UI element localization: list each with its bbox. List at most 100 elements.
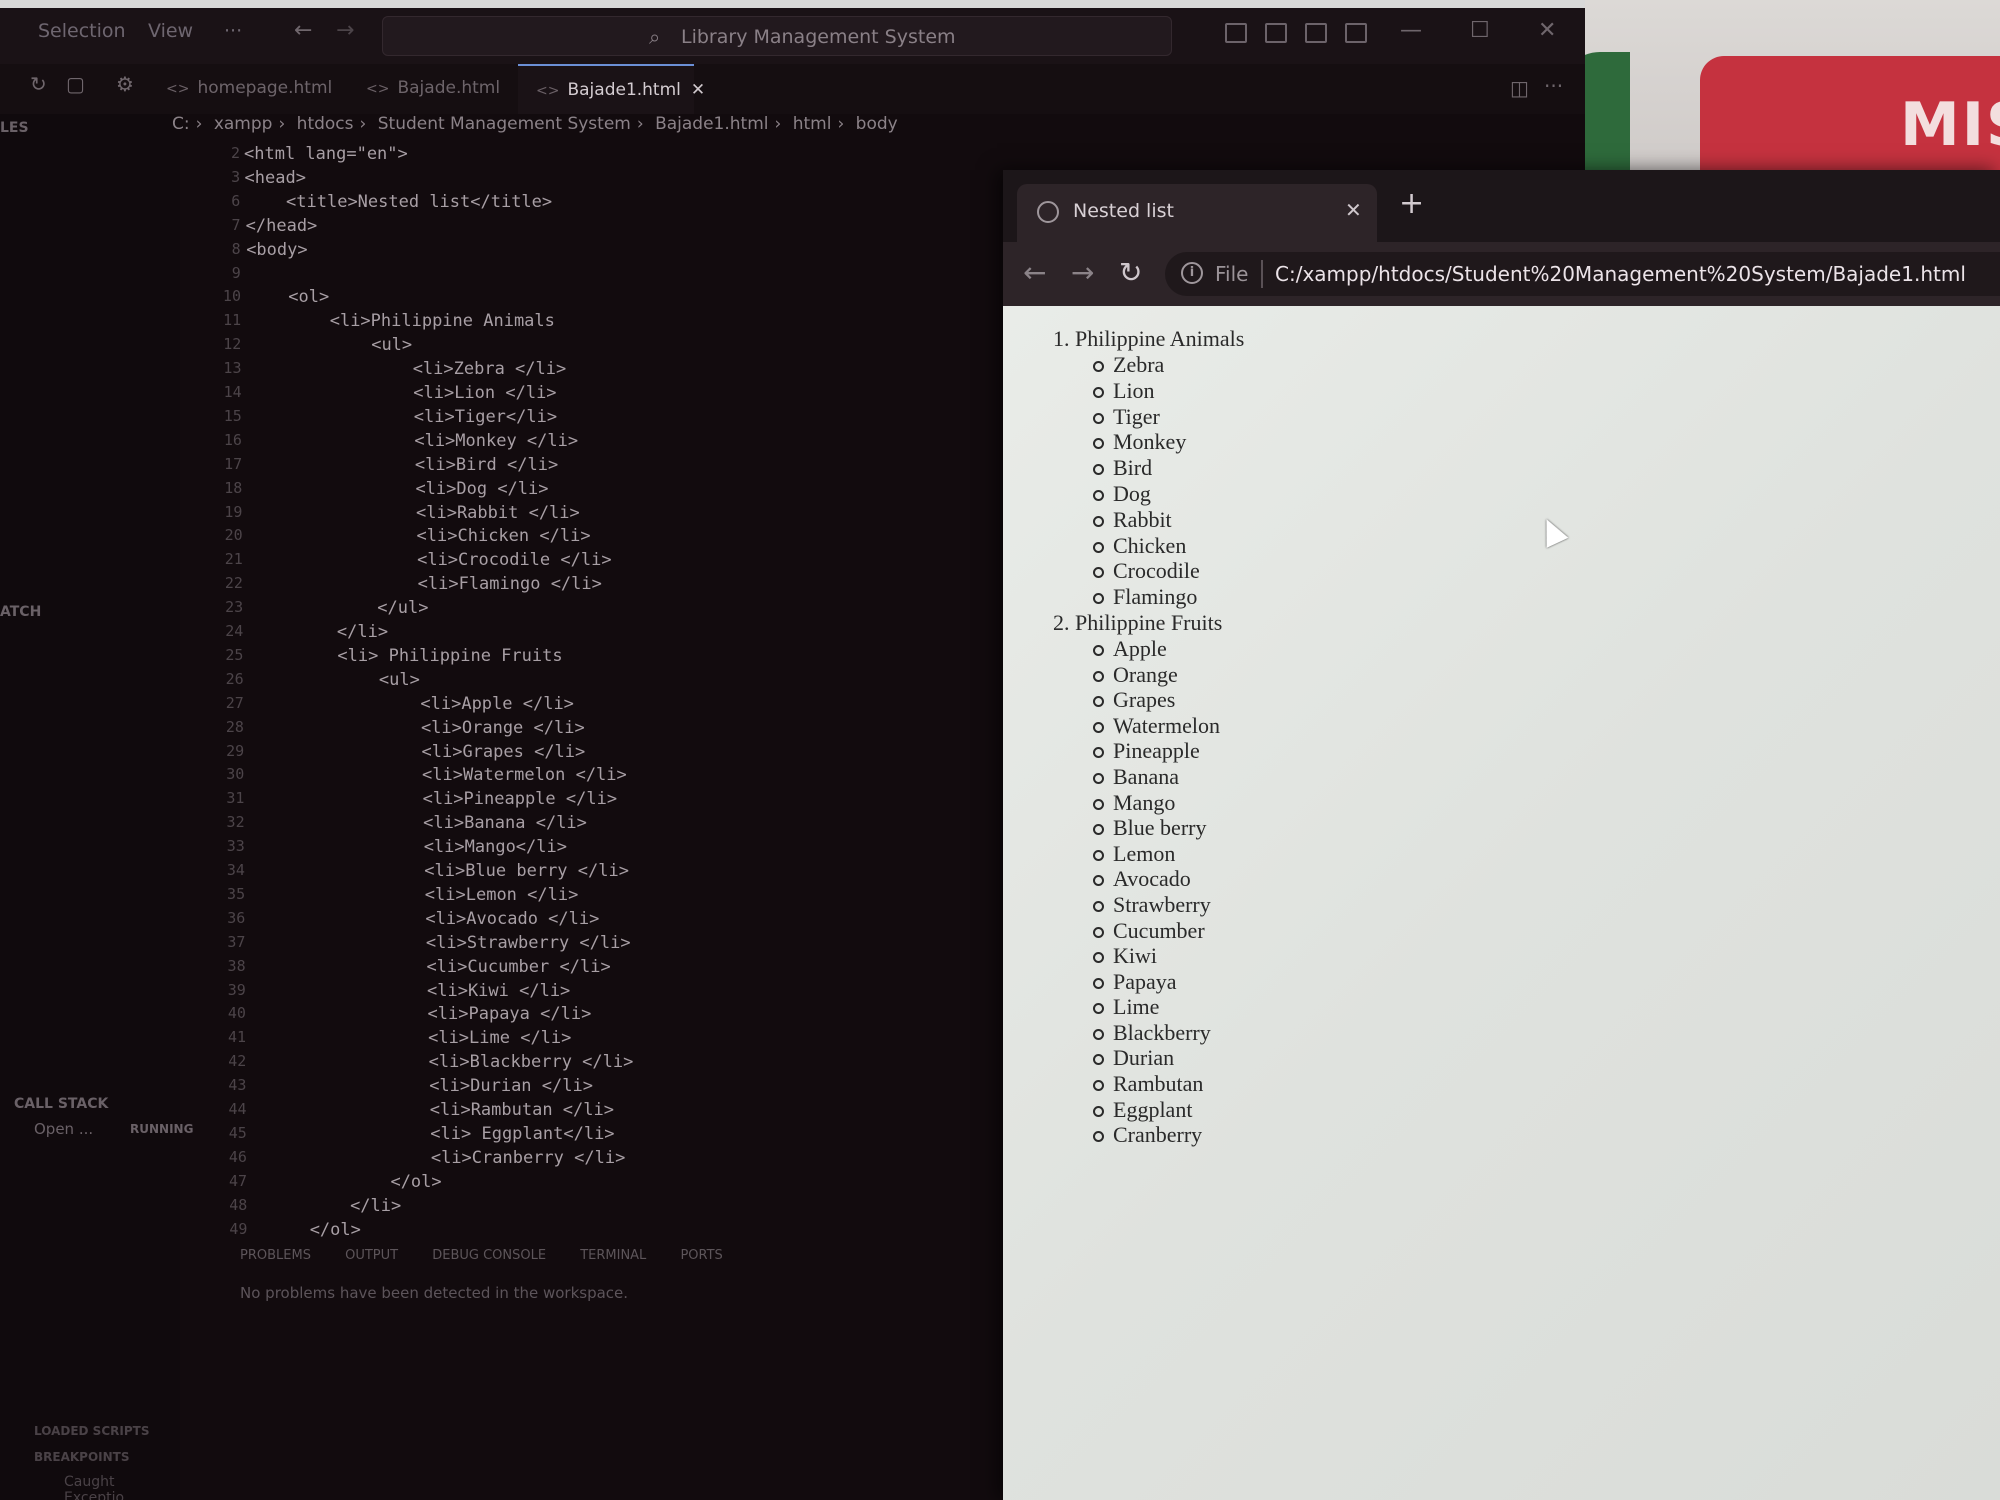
list-item: Durian xyxy=(1053,1045,1244,1071)
line-number: 35 xyxy=(227,884,246,903)
sidebar-section-call-stack[interactable]: CALL STACK xyxy=(14,1096,108,1112)
line-number: 42 xyxy=(228,1052,247,1071)
browser-window: Nested list ✕ + ← → ↻ i File C:/xampp/ht… xyxy=(1003,170,2000,1500)
line-number: 28 xyxy=(225,717,244,736)
tab-bajade1[interactable]: <> Bajade1.html ✕ xyxy=(518,64,705,114)
list-item: Flamingo xyxy=(1053,584,1244,610)
maximize-icon[interactable]: ☐ xyxy=(1470,18,1490,43)
code-line: </li> xyxy=(268,1195,402,1216)
tab-bajade[interactable]: <> Bajade.html xyxy=(366,64,500,114)
code-line: </head> xyxy=(245,215,318,236)
sidebar-section-files[interactable]: LES xyxy=(0,120,29,136)
customize-layout-icon[interactable] xyxy=(1345,23,1367,43)
code-line: <li>Kiwi </li> xyxy=(263,980,571,1001)
code-line: <li>Crocodile </li> xyxy=(253,550,612,571)
command-center-label: Library Management System xyxy=(681,26,956,48)
code-line: </ul> xyxy=(254,598,429,619)
panel-tabs: PROBLEMS OUTPUT DEBUG CONSOLE TERMINAL P… xyxy=(240,1248,753,1263)
panel-tab-output[interactable]: OUTPUT xyxy=(345,1248,398,1263)
panel-tab-debug-console[interactable]: DEBUG CONSOLE xyxy=(432,1248,546,1263)
list-item: Lion xyxy=(1053,378,1244,404)
code-line: <ul> xyxy=(256,669,420,690)
panel-tab-problems[interactable]: PROBLEMS xyxy=(240,1248,311,1263)
sidebar-section-loaded-scripts[interactable]: LOADED SCRIPTS xyxy=(34,1424,149,1438)
split-editor-icon[interactable]: ◫ xyxy=(1510,76,1529,100)
code-line: <li>Watermelon </li> xyxy=(258,765,627,786)
toggle-sidebar-icon[interactable] xyxy=(1225,23,1247,43)
code-line: <li>Cucumber </li> xyxy=(262,956,611,977)
line-number: 31 xyxy=(226,789,245,808)
close-window-icon[interactable]: ✕ xyxy=(1538,18,1556,43)
list-item: Blue berry xyxy=(1053,815,1244,841)
breadcrumb-file[interactable]: Bajade1.html xyxy=(655,114,768,134)
line-number: 47 xyxy=(229,1171,248,1190)
breakpoint-item[interactable]: Caught Exceptio... xyxy=(64,1474,180,1500)
line-number: 40 xyxy=(227,1004,246,1023)
new-tab-icon[interactable]: + xyxy=(1399,186,1424,221)
search-icon: ⌕ xyxy=(649,25,661,49)
command-center[interactable]: ⌕ Library Management System xyxy=(382,16,1172,56)
menu-view[interactable]: View xyxy=(148,20,193,42)
code-line: <li>Pineapple </li> xyxy=(258,789,618,810)
address-url[interactable]: C:/xampp/htdocs/Student%20Management%20S… xyxy=(1275,262,1966,286)
list-item: Pineapple xyxy=(1053,738,1244,764)
address-bar[interactable]: i File C:/xampp/htdocs/Student%20Managem… xyxy=(1165,252,2000,296)
breadcrumb: C: › xampp › htdocs › Student Management Sy… xyxy=(172,114,898,134)
list-item: Rambutan xyxy=(1053,1071,1244,1097)
address-prefix: File xyxy=(1215,262,1249,286)
panel-tab-ports[interactable]: PORTS xyxy=(680,1248,722,1263)
panel-tab-terminal[interactable]: TERMINAL xyxy=(580,1248,646,1263)
editor-tabs: ↻ ▢ ⚙ <> homepage.html <> Bajade.html <> Ba… xyxy=(0,64,1585,114)
close-tab-icon[interactable]: ✕ xyxy=(691,80,705,100)
forward-icon[interactable]: → xyxy=(1071,256,1094,289)
toggle-panel-icon[interactable] xyxy=(1265,23,1287,43)
code-line: <li>Lion </li> xyxy=(249,383,557,403)
breadcrumb-project[interactable]: Student Management System xyxy=(378,114,631,134)
close-tab-icon[interactable]: ✕ xyxy=(1345,198,1362,222)
debug-settings-icon[interactable]: ⚙ xyxy=(116,72,134,96)
menu-more[interactable]: ··· xyxy=(224,20,242,42)
code-line: <html lang="en"> xyxy=(244,144,408,164)
code-line: <body> xyxy=(246,239,308,260)
code-line: </ol> xyxy=(268,1219,361,1240)
nav-back-icon[interactable]: ← xyxy=(294,18,312,43)
line-number: 43 xyxy=(228,1076,247,1095)
nav-forward-icon[interactable]: → xyxy=(336,18,354,43)
code-line: <li>Lime </li> xyxy=(264,1028,572,1049)
tab-homepage[interactable]: <> homepage.html xyxy=(166,64,332,114)
line-number: 13 xyxy=(223,359,242,378)
line-number: 21 xyxy=(224,550,243,569)
menu-selection[interactable]: Selection xyxy=(38,20,126,42)
toggle-secondary-sidebar-icon[interactable] xyxy=(1305,23,1327,43)
browser-toolbar: ← → ↻ i File C:/xampp/htdocs/Student%20M… xyxy=(1003,242,2000,306)
line-number: 3 xyxy=(231,167,241,186)
line-number: 9 xyxy=(231,263,241,282)
sidebar-section-watch[interactable]: ATCH xyxy=(0,604,41,620)
call-stack-item[interactable]: Open ... xyxy=(34,1120,93,1138)
browser-tab[interactable]: Nested list ✕ xyxy=(1017,184,1377,242)
code-line: <li>Chicken </li> xyxy=(252,526,591,547)
stop-icon[interactable]: ▢ xyxy=(66,72,85,96)
back-icon[interactable]: ← xyxy=(1023,256,1046,289)
line-number: 45 xyxy=(228,1123,247,1142)
more-actions-icon[interactable]: ··· xyxy=(1544,74,1563,98)
code-editor[interactable]: 2 <html lang="en"> 3 <head> 6 <title>Nested … xyxy=(180,144,1000,1244)
sidebar-section-breakpoints[interactable]: BREAKPOINTS xyxy=(34,1450,130,1464)
breadcrumb-xampp[interactable]: xampp xyxy=(214,114,273,134)
breadcrumb-drive[interactable]: C: xyxy=(172,114,190,134)
list-item: Kiwi xyxy=(1053,943,1244,969)
unordered-list: Apple Orange Grapes Watermelon Pineapple Bana… xyxy=(1053,636,1244,1148)
reload-icon[interactable]: ↻ xyxy=(1119,256,1142,289)
code-line: </ol> xyxy=(267,1171,442,1192)
list-item: Chicken xyxy=(1053,533,1244,559)
breadcrumb-html[interactable]: html xyxy=(793,114,832,134)
breadcrumb-htdocs[interactable]: htdocs xyxy=(297,114,354,134)
list-item: Grapes xyxy=(1053,687,1244,713)
browser-tab-title: Nested list xyxy=(1073,200,1174,222)
info-icon[interactable]: i xyxy=(1181,262,1203,284)
line-number: 37 xyxy=(227,932,246,951)
minimize-icon[interactable]: — xyxy=(1400,18,1422,43)
title-bar: Selection View ··· ← → ⌕ Library Managem… xyxy=(0,8,1585,64)
breadcrumb-body[interactable]: body xyxy=(856,114,898,134)
restart-icon[interactable]: ↻ xyxy=(30,72,47,96)
